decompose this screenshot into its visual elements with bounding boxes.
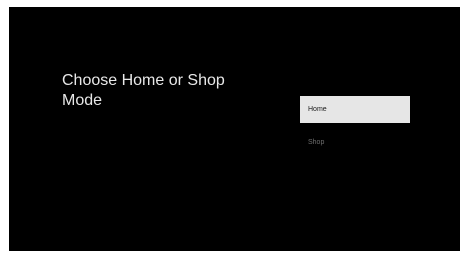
page-title: Choose Home or Shop Mode	[62, 72, 225, 109]
option-home-label: Home	[308, 106, 327, 113]
option-shop-label: Shop	[308, 139, 325, 146]
option-shop[interactable]: Shop	[300, 129, 410, 156]
mode-selection-screen: Choose Home or Shop Mode Home Shop	[9, 7, 460, 251]
option-home[interactable]: Home	[300, 96, 410, 123]
